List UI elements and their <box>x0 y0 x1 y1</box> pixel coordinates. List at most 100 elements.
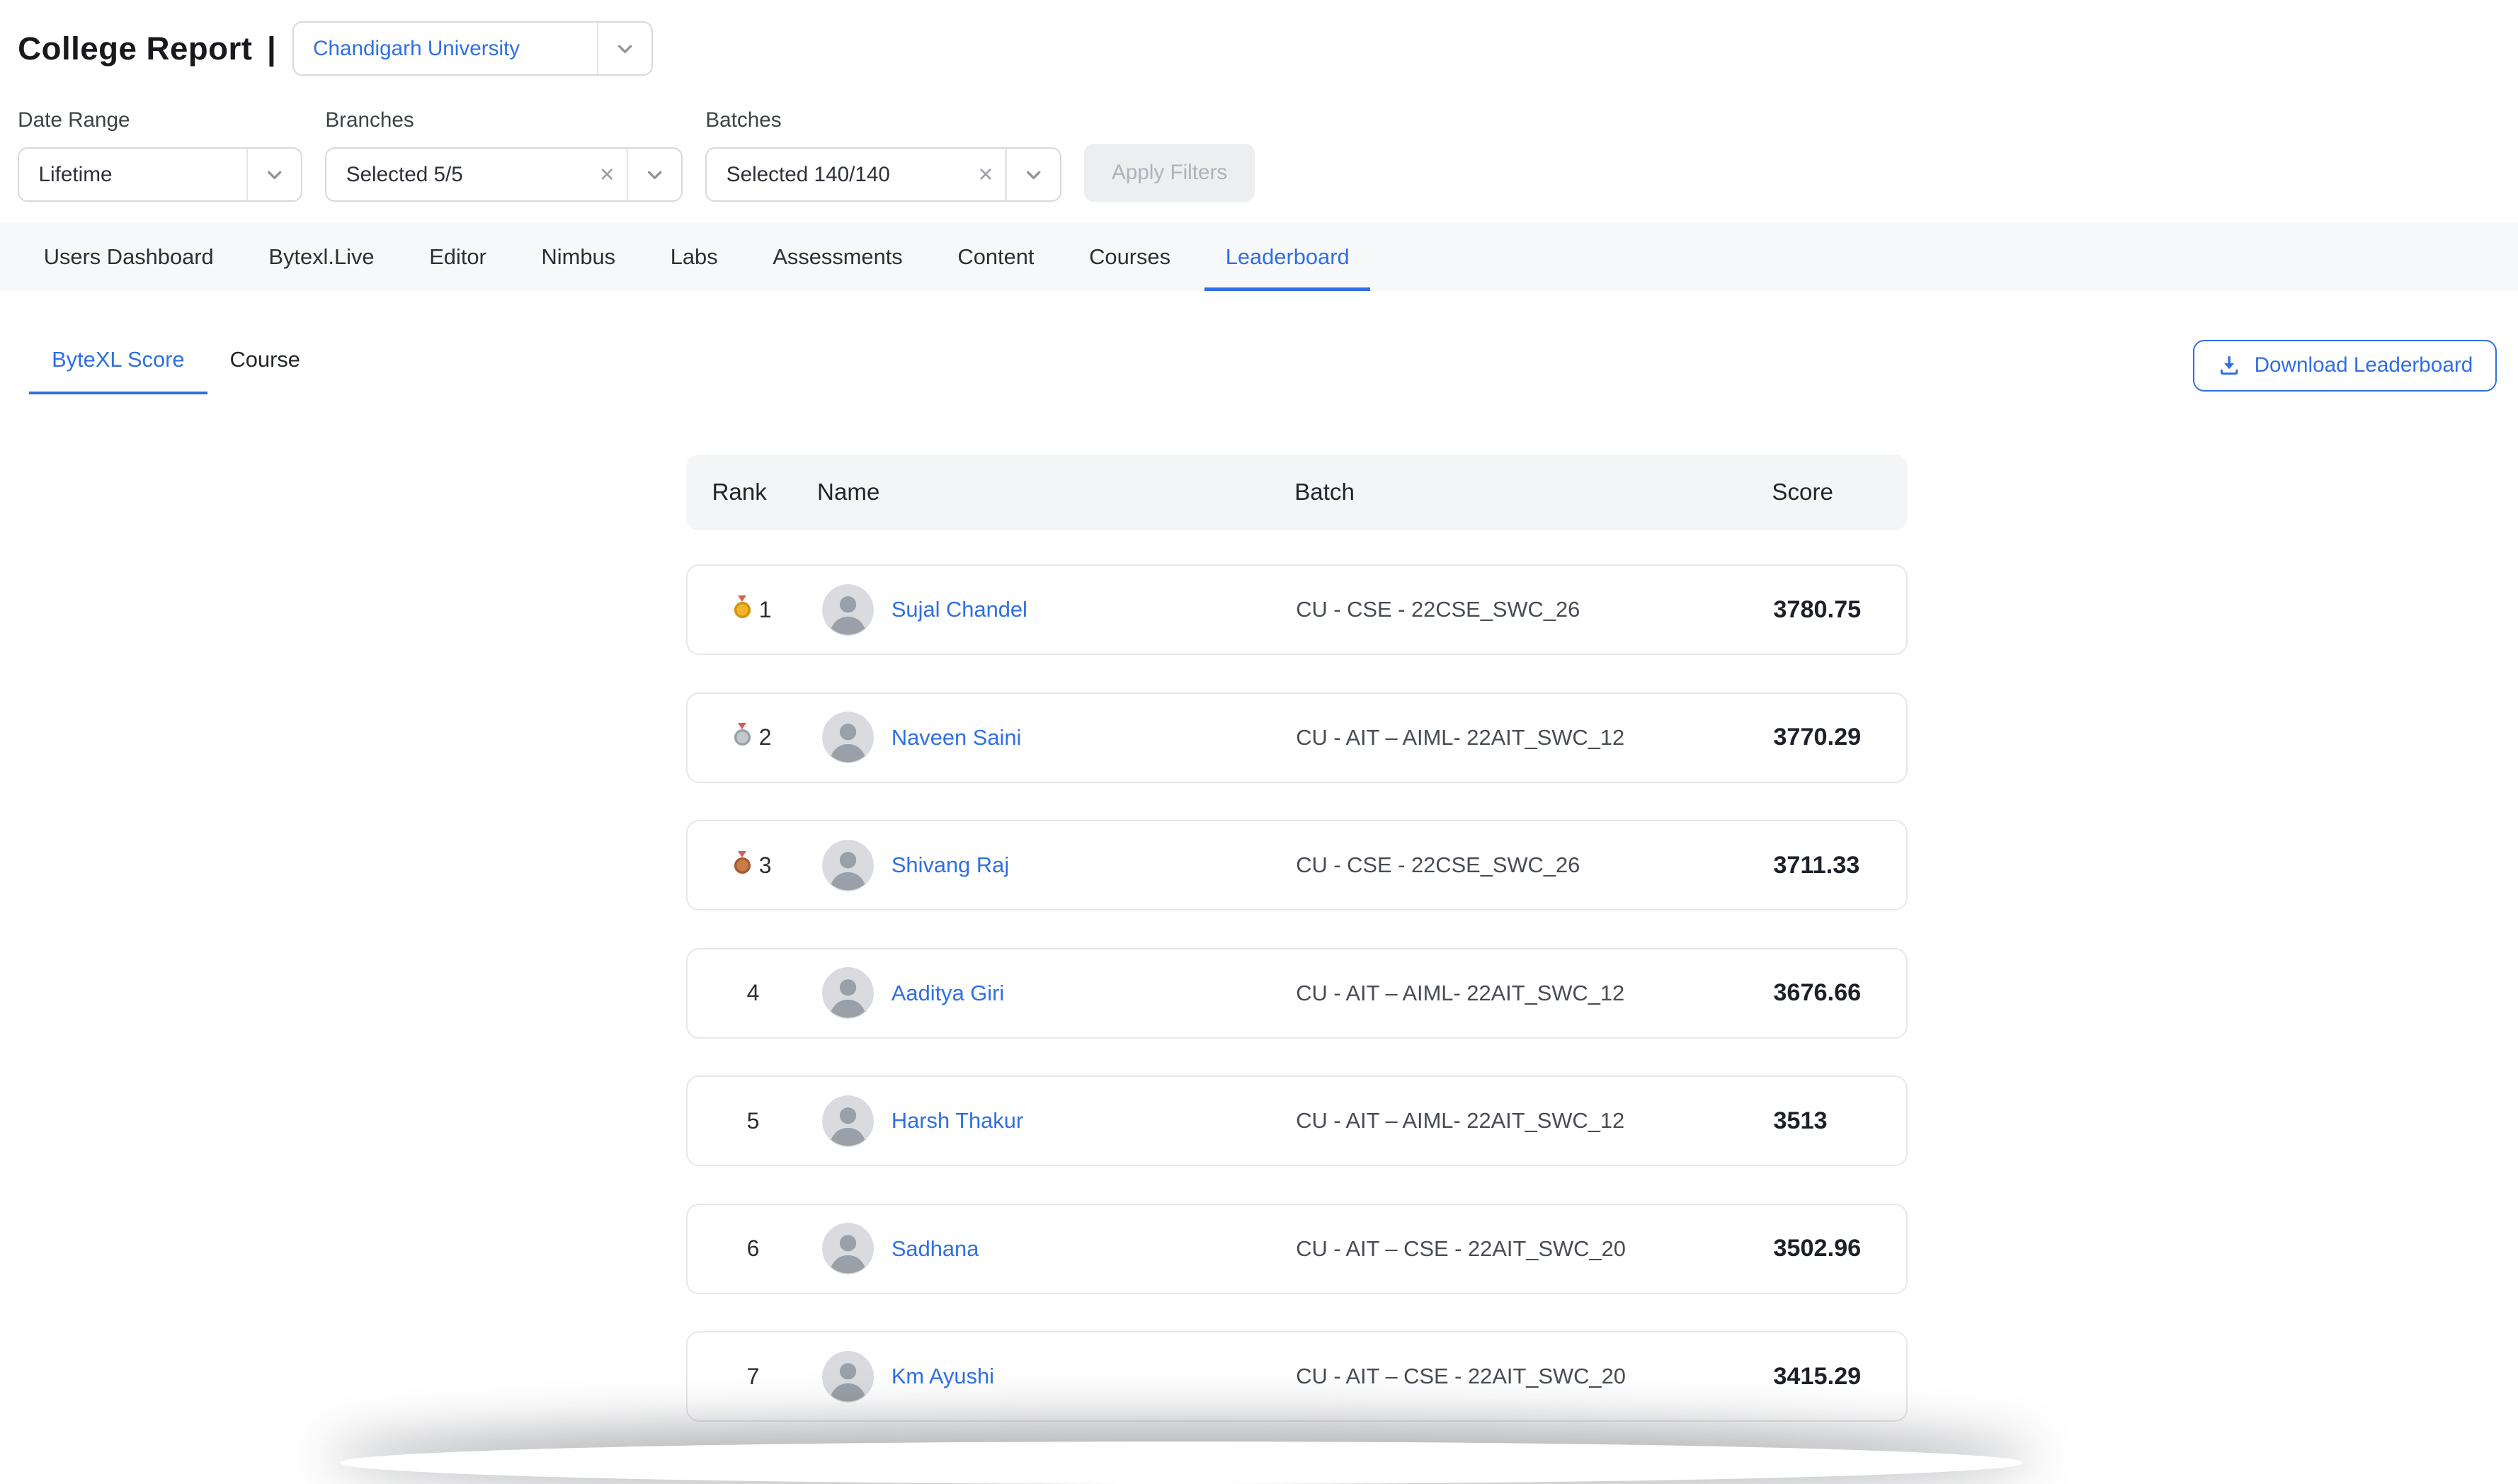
student-name-link[interactable]: Aaditya Giri <box>891 981 1004 1006</box>
table-row: 5 Harsh Thakur CU - AIT – AIML- 22AIT_SW… <box>686 1075 1908 1166</box>
branches-value: Selected 5/5 <box>326 163 587 187</box>
title-separator: | <box>267 30 276 67</box>
batch-cell: CU - AIT – AIML- 22AIT_SWC_12 <box>1296 725 1773 750</box>
name-cell: Aaditya Giri <box>819 967 1296 1019</box>
sub-tab-bytexl-score[interactable]: ByteXL Score <box>29 347 207 394</box>
table-row: 6 Sadhana CU - AIT – CSE - 22AIT_SWC_20 … <box>686 1204 1908 1294</box>
college-select-value: Chandigarh University <box>294 37 597 61</box>
nav-tab-users-dashboard[interactable]: Users Dashboard <box>16 223 241 291</box>
nav-tab-label: Bytexl.Live <box>268 244 374 270</box>
chevron-down-icon <box>628 165 681 184</box>
table-row: 3 Shivang Raj CU - CSE - 22CSE_SWC_26 37… <box>686 820 1908 911</box>
nav-tabs: Users Dashboard Bytexl.Live Editor Nimbus La… <box>0 223 2518 291</box>
nav-tab-label: Labs <box>671 244 718 270</box>
avatar <box>822 1351 874 1403</box>
sub-tab-course[interactable]: Course <box>207 347 323 394</box>
score-cell: 3780.75 <box>1773 596 1906 624</box>
download-leaderboard-button[interactable]: Download Leaderboard <box>2193 340 2497 392</box>
rank-value: 2 <box>759 724 772 750</box>
page-header: College Report | Chandigarh University <box>18 21 2518 76</box>
student-name-link[interactable]: Sadhana <box>891 1236 979 1262</box>
batches-label: Batches <box>705 108 1061 132</box>
rank-value: 4 <box>747 980 760 1006</box>
branches-filter: Branches Selected 5/5 ✕ <box>325 108 683 202</box>
rank-cell: 5 <box>688 1108 819 1134</box>
nav-tab-nimbus[interactable]: Nimbus <box>514 223 643 291</box>
batch-cell: CU - CSE - 22CSE_SWC_26 <box>1296 852 1773 878</box>
branches-select[interactable]: Selected 5/5 ✕ <box>325 147 683 202</box>
batch-cell: CU - AIT – CSE - 22AIT_SWC_20 <box>1296 1236 1773 1262</box>
nav-tab-label: Users Dashboard <box>44 244 214 270</box>
rank-value: 7 <box>747 1364 760 1390</box>
sub-tabs: ByteXL Score Course <box>29 347 323 394</box>
batch-cell: CU - AIT – AIML- 22AIT_SWC_12 <box>1296 1108 1773 1134</box>
nav-tab-label: Assessments <box>773 244 902 270</box>
name-cell: Harsh Thakur <box>819 1095 1296 1147</box>
avatar <box>822 840 874 891</box>
name-cell: Shivang Raj <box>819 840 1296 891</box>
medal-icon <box>734 857 751 874</box>
avatar <box>822 1223 874 1274</box>
avatar <box>822 712 874 763</box>
student-name-link[interactable]: Naveen Saini <box>891 725 1021 750</box>
table-row: 2 Naveen Saini CU - AIT – AIML- 22AIT_SW… <box>686 692 1908 783</box>
nav-tab-content[interactable]: Content <box>930 223 1062 291</box>
nav-tab-leaderboard[interactable]: Leaderboard <box>1198 223 1377 291</box>
score-cell: 3711.33 <box>1773 852 1906 879</box>
clear-icon[interactable]: ✕ <box>966 164 1005 186</box>
college-select[interactable]: Chandigarh University <box>292 21 654 76</box>
nav-tab-label: Content <box>957 244 1034 270</box>
name-cell: Sujal Chandel <box>819 584 1296 636</box>
batches-filter: Batches Selected 140/140 ✕ <box>705 108 1061 202</box>
date-range-select[interactable]: Lifetime <box>18 147 302 202</box>
page-title: College Report <box>18 30 252 67</box>
bottom-scroll-shadow <box>340 1442 2023 1483</box>
chevron-down-icon <box>1007 165 1060 184</box>
table-row: 4 Aaditya Giri CU - AIT – AIML- 22AIT_SW… <box>686 948 1908 1039</box>
table-row: 1 Sujal Chandel CU - CSE - 22CSE_SWC_26 … <box>686 564 1908 655</box>
nav-tab-assessments[interactable]: Assessments <box>745 223 930 291</box>
nav-tab-label: Editor <box>429 244 486 270</box>
table-row: 7 Km Ayushi CU - AIT – CSE - 22AIT_SWC_2… <box>686 1331 1908 1422</box>
clear-icon[interactable]: ✕ <box>588 164 627 186</box>
student-name-link[interactable]: Km Ayushi <box>891 1364 994 1389</box>
rank-cell: 6 <box>688 1235 819 1262</box>
rank-value: 6 <box>747 1235 760 1262</box>
score-cell: 3676.66 <box>1773 979 1906 1007</box>
student-name-link[interactable]: Sujal Chandel <box>891 597 1027 622</box>
sub-tab-label: ByteXL Score <box>52 347 184 372</box>
sub-tab-label: Course <box>230 347 300 372</box>
leaderboard-table: Rank Name Batch Score 1 Sujal Chandel CU… <box>686 455 1908 1422</box>
column-header-batch: Batch <box>1294 479 1772 506</box>
batches-select[interactable]: Selected 140/140 ✕ <box>705 147 1061 202</box>
rank-cell: 3 <box>688 852 819 879</box>
nav-tab-labs[interactable]: Labs <box>643 223 746 291</box>
score-cell: 3502.96 <box>1773 1235 1906 1262</box>
column-header-name: Name <box>817 479 1294 506</box>
student-name-link[interactable]: Harsh Thakur <box>891 1108 1023 1134</box>
apply-filters-button[interactable]: Apply Filters <box>1084 144 1255 202</box>
chevron-down-icon <box>598 39 651 58</box>
nav-tab-bytexl-live[interactable]: Bytexl.Live <box>241 223 402 291</box>
score-cell: 3770.29 <box>1773 724 1906 751</box>
medal-icon <box>734 729 751 746</box>
rank-value: 5 <box>747 1108 760 1134</box>
batch-cell: CU - AIT – CSE - 22AIT_SWC_20 <box>1296 1364 1773 1389</box>
student-name-link[interactable]: Shivang Raj <box>891 852 1009 878</box>
rank-cell: 1 <box>688 597 819 623</box>
nav-tab-courses[interactable]: Courses <box>1061 223 1198 291</box>
batches-value: Selected 140/140 <box>707 163 966 187</box>
avatar <box>822 584 874 636</box>
avatar <box>822 967 874 1019</box>
nav-tab-label: Nimbus <box>542 244 616 270</box>
name-cell: Naveen Saini <box>819 712 1296 763</box>
nav-tab-label: Leaderboard <box>1226 244 1350 270</box>
branches-label: Branches <box>325 108 683 132</box>
nav-tab-editor[interactable]: Editor <box>401 223 513 291</box>
table-header: Rank Name Batch Score <box>686 455 1908 530</box>
date-range-label: Date Range <box>18 108 302 132</box>
name-cell: Sadhana <box>819 1223 1296 1274</box>
leaderboard-subtabs-row: ByteXL Score Course Download Leaderboard <box>29 340 2518 395</box>
batch-cell: CU - AIT – AIML- 22AIT_SWC_12 <box>1296 981 1773 1006</box>
medal-icon <box>734 602 751 618</box>
